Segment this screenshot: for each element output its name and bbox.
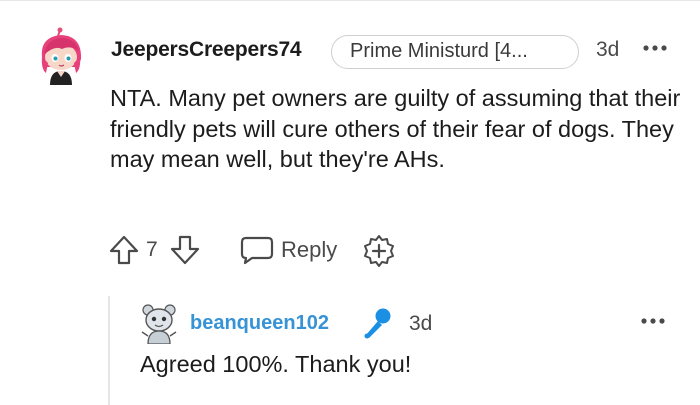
- reply-button[interactable]: Reply: [240, 233, 337, 267]
- reply-body: Agreed 100%. Thank you!: [140, 351, 412, 377]
- more-options-icon[interactable]: [641, 36, 669, 60]
- avatar[interactable]: [34, 27, 88, 85]
- comment-username[interactable]: JeepersCreepers74: [111, 38, 302, 62]
- more-options-icon[interactable]: [639, 310, 667, 332]
- speech-bubble-icon: [240, 235, 274, 265]
- reply-timestamp: 3d: [409, 312, 433, 335]
- reply-label: Reply: [281, 237, 338, 262]
- microphone-icon: [361, 306, 393, 340]
- downvote-arrow-icon[interactable]: [169, 234, 201, 266]
- reply-username[interactable]: beanqueen102: [190, 312, 329, 335]
- top-divider: [0, 0, 700, 1]
- upvote-arrow-icon[interactable]: [108, 234, 140, 266]
- award-plus-icon[interactable]: [362, 234, 396, 268]
- avatar[interactable]: [139, 302, 179, 345]
- comment-timestamp: 3d: [596, 38, 620, 61]
- user-flair: Prime Ministurd [4...: [331, 35, 579, 69]
- comment-body: NTA. Many pet owners are guilty of assum…: [110, 85, 681, 172]
- vote-count: 7: [146, 238, 158, 261]
- thread-line[interactable]: [108, 296, 110, 405]
